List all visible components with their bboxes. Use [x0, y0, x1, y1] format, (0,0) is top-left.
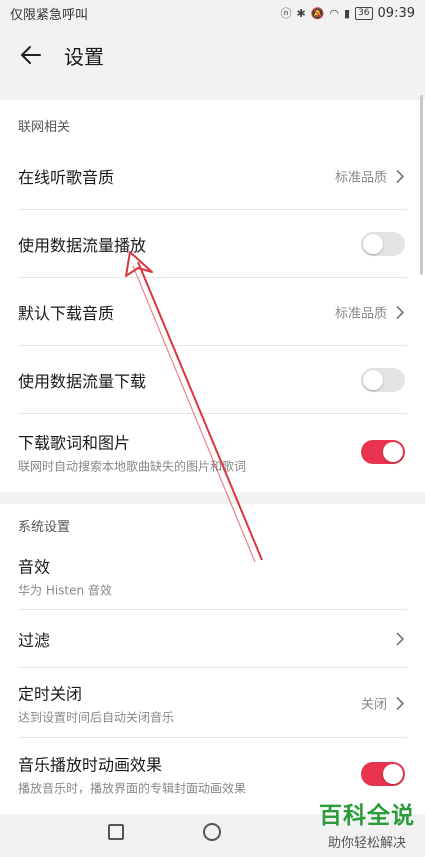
watermark-logo: 百科全说 助你轻松解决 [319, 796, 415, 851]
toggle-knob [363, 370, 383, 390]
data-playback-toggle[interactable] [361, 232, 405, 256]
watermark-subtitle: 助你轻松解决 [327, 836, 406, 851]
row-title: 定时关闭 [18, 684, 83, 704]
row-title: 默认下载音质 [18, 304, 115, 323]
chevron-right-icon [396, 696, 405, 710]
status-bar: 仅限紧急呼叫 ⓝ ✱ 🔕 ◠ ▮ 36 09:39 [0, 0, 425, 26]
row-title: 下载歌词和图片 [18, 433, 131, 453]
section-label-network: 联网相关 [18, 120, 71, 135]
download-quality-row[interactable]: 默认下载音质 标准品质 [0, 278, 425, 346]
row-value: 标准品质 [334, 306, 387, 322]
filter-row[interactable]: 过滤 [0, 610, 425, 668]
row-title: 音乐播放时动画效果 [18, 755, 163, 775]
mute-icon: 🔕 [310, 6, 325, 20]
watermark-title: 百科全说 [319, 803, 415, 829]
data-download-row: 使用数据流量下载 [0, 346, 425, 414]
lyrics-images-toggle[interactable] [361, 440, 405, 464]
toggle-knob [383, 764, 403, 784]
row-subtitle: 华为 Histen 音效 [18, 583, 112, 598]
scrollbar[interactable] [420, 95, 423, 275]
lyrics-images-row: 下载歌词和图片 联网时自动搜索本地歌曲缺失的图片和歌词 [0, 414, 425, 490]
wifi-icon: ◠ [329, 6, 340, 20]
carrier-text: 仅限紧急呼叫 [10, 7, 89, 23]
row-subtitle: 联网时自动搜索本地歌曲缺失的图片和歌词 [18, 459, 247, 474]
system-settings-card: 系统设置 音效 华为 Histen 音效 过滤 定时关闭 达到设置时间后自动关闭… [0, 504, 425, 814]
nfc-icon: ⓝ [280, 7, 292, 20]
page-title: 设置 [64, 44, 104, 69]
row-title: 在线听歌音质 [18, 168, 115, 187]
battery-icon: 36 [355, 6, 373, 20]
row-value: 标准品质 [334, 170, 387, 186]
back-arrow-icon[interactable] [20, 44, 42, 66]
network-settings-card: 联网相关 在线听歌音质 标准品质 使用数据流量播放 默认下载音质 标准品质 使用… [0, 100, 425, 492]
row-title: 音效 [18, 557, 51, 577]
recents-icon[interactable] [108, 824, 124, 840]
online-quality-row[interactable]: 在线听歌音质 标准品质 [0, 142, 425, 210]
chevron-right-icon [396, 632, 405, 646]
sound-effect-row[interactable]: 音效 华为 Histen 音效 [0, 542, 425, 610]
row-value: 关闭 [360, 697, 387, 713]
row-subtitle: 达到设置时间后自动关闭音乐 [18, 710, 175, 725]
bluetooth-icon: ✱ [296, 6, 306, 20]
toggle-knob [383, 442, 403, 462]
clock: 09:39 [377, 5, 415, 21]
chevron-right-icon [396, 305, 405, 319]
section-label-system: 系统设置 [18, 520, 71, 535]
row-title: 使用数据流量播放 [18, 236, 147, 255]
row-title: 使用数据流量下载 [18, 372, 147, 391]
chevron-right-icon [396, 169, 405, 183]
sleep-timer-row[interactable]: 定时关闭 达到设置时间后自动关闭音乐 关闭 [0, 668, 425, 738]
row-subtitle: 播放音乐时，播放界面的专辑封面动画效果 [18, 781, 247, 796]
app-header: 设置 [0, 26, 425, 84]
data-download-toggle[interactable] [361, 368, 405, 392]
signal-icon: ▮ [344, 6, 351, 20]
animation-effect-toggle[interactable] [361, 762, 405, 786]
status-icons: ⓝ ✱ 🔕 ◠ ▮ 36 09:39 [280, 5, 415, 21]
home-icon[interactable] [203, 823, 221, 841]
row-title: 过滤 [18, 631, 51, 650]
data-playback-row: 使用数据流量播放 [0, 210, 425, 278]
toggle-knob [363, 234, 383, 254]
